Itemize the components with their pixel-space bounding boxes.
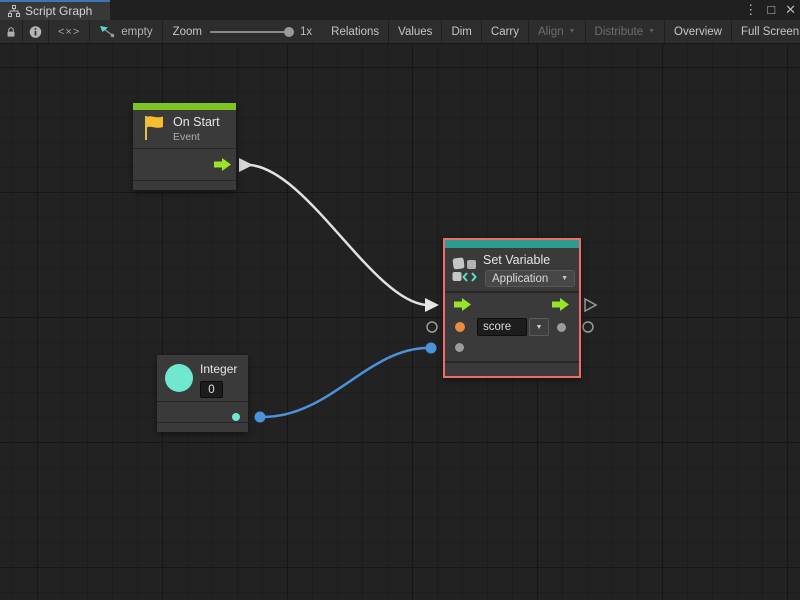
toolbar-button-carry[interactable]: Carry	[481, 20, 528, 43]
on-start-ports	[133, 148, 236, 180]
zoom-label: Zoom	[173, 26, 202, 38]
node-footer	[133, 180, 236, 188]
variable-scope-dropdown[interactable]: Application ▼	[485, 270, 575, 287]
info-button[interactable]	[22, 20, 48, 43]
chevron-down-icon: ▼	[648, 28, 655, 35]
graph-breadcrumb[interactable]: empty	[89, 20, 161, 43]
value-output-port[interactable]	[557, 323, 566, 332]
node-category-stripe	[445, 240, 579, 248]
graph-canvas[interactable]: On Start Event Set Varia	[0, 44, 800, 600]
wire-integer-to-setvariable[interactable]	[263, 348, 428, 417]
close-icon[interactable]: ✕	[785, 0, 796, 20]
zoom-slider-handle[interactable]	[284, 27, 294, 37]
code-view-button[interactable]: <×>	[48, 20, 89, 43]
flag-icon	[142, 114, 166, 142]
integer-value-field[interactable]: 0	[200, 381, 223, 398]
chevron-down-icon: ▼	[536, 324, 543, 331]
node-on-start[interactable]: On Start Event	[133, 103, 236, 190]
lock-button[interactable]	[0, 20, 22, 43]
wires-layer	[0, 44, 800, 600]
integer-header: Integer 0	[157, 355, 248, 401]
toolbar-buttons: Relations Values Dim Carry Align ▼ Distr…	[322, 20, 800, 43]
integer-output-port[interactable]	[232, 413, 240, 421]
chevron-down-icon: ▼	[569, 28, 576, 35]
toolbar: <×> empty Zoom 1x Relations Values	[0, 20, 800, 44]
zoom-slider-track[interactable]	[210, 31, 292, 33]
integer-type-icon	[165, 364, 193, 392]
setvariable-left-unconnected-port[interactable]	[427, 322, 437, 332]
set-variable-ports: score ▼	[445, 291, 579, 361]
tab-bar: Script Graph ⋮ □ ✕	[0, 0, 800, 20]
chevron-down-icon: ▼	[561, 275, 568, 282]
integer-ports	[157, 401, 248, 422]
window-controls: ⋮ □ ✕	[744, 0, 796, 20]
toolbar-button-overview[interactable]: Overview	[664, 20, 731, 43]
toolbar-button-distribute: Distribute ▼	[585, 20, 665, 43]
trigger-output-port[interactable]	[214, 158, 232, 171]
toolbar-button-relations[interactable]: Relations	[322, 20, 388, 43]
node-footer	[157, 422, 248, 430]
graph-glyph-icon	[99, 25, 115, 38]
set-variable-header: Set Variable Application ▼	[445, 248, 579, 291]
toolbar-button-align: Align ▼	[528, 20, 585, 43]
graph-name-label: empty	[121, 26, 152, 38]
variable-name-field[interactable]: score	[477, 318, 527, 336]
tab-script-graph[interactable]: Script Graph	[0, 0, 110, 20]
app-window: Script Graph ⋮ □ ✕ <×>	[0, 0, 800, 600]
setvariable-trigger-out-connector[interactable]	[585, 299, 596, 311]
lock-icon	[6, 25, 16, 39]
node-set-variable[interactable]: Set Variable Application ▼ score ▼	[443, 238, 581, 378]
zoom-control: Zoom 1x	[162, 20, 323, 43]
tab-label: Script Graph	[25, 4, 92, 18]
node-category-stripe	[133, 103, 236, 110]
on-start-header: On Start Event	[133, 110, 236, 148]
info-icon	[29, 25, 42, 39]
toolbar-button-full-screen[interactable]: Full Screen	[731, 20, 800, 43]
maximize-icon[interactable]: □	[767, 0, 775, 20]
node-title: Set Variable	[483, 253, 550, 267]
variable-name-port[interactable]	[455, 322, 465, 332]
trigger-input-port[interactable]	[454, 298, 472, 311]
set-variable-icon	[451, 256, 478, 283]
setvariable-output-unconnected-port[interactable]	[583, 322, 593, 332]
node-title: Integer	[200, 362, 237, 376]
window-menu-icon[interactable]: ⋮	[744, 0, 757, 20]
graph-hierarchy-icon	[8, 5, 20, 17]
trigger-output-port[interactable]	[552, 298, 570, 311]
toolbar-button-dim[interactable]: Dim	[441, 20, 480, 43]
value-wire-start-dot[interactable]	[255, 412, 266, 423]
trigger-wire-end-arrow[interactable]	[425, 298, 439, 312]
variable-scope-value: Application	[492, 273, 548, 285]
node-title: On Start	[173, 115, 220, 129]
node-integer[interactable]: Integer 0	[157, 355, 248, 432]
toolbar-button-values[interactable]: Values	[388, 20, 441, 43]
variable-name-dropdown-button[interactable]: ▼	[529, 318, 549, 336]
code-brackets-icon: <×>	[58, 26, 80, 38]
zoom-value: 1x	[300, 26, 312, 38]
value-input-port[interactable]	[455, 343, 464, 352]
node-subtitle: Event	[173, 131, 200, 143]
node-footer	[445, 361, 579, 372]
value-wire-end-dot[interactable]	[426, 343, 437, 354]
wire-onstart-to-setvariable[interactable]	[250, 165, 426, 305]
